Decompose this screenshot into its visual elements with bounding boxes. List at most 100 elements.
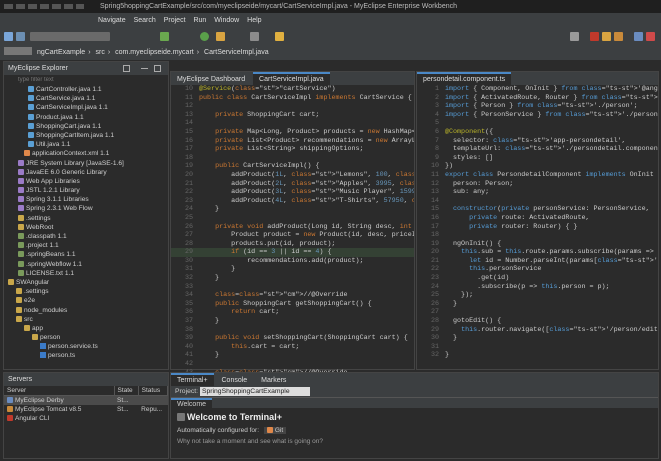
code-line[interactable]: 25 bbox=[171, 214, 414, 223]
breadcrumb-src[interactable]: src bbox=[96, 49, 105, 56]
code-line[interactable]: 17 private router: Router) { } bbox=[417, 223, 658, 232]
minimize-icon[interactable] bbox=[141, 68, 148, 69]
tab-terminal[interactable]: Terminal+ bbox=[171, 373, 214, 386]
search-icon[interactable] bbox=[250, 32, 259, 41]
table-row[interactable]: MyEclipse Tomcat v8.5 St... Repu... bbox=[4, 405, 168, 414]
code-line[interactable]: 36 return cart; bbox=[171, 308, 414, 317]
code-line[interactable]: 32} bbox=[417, 351, 658, 360]
code-line[interactable]: 33 bbox=[171, 283, 414, 292]
perspective-team-icon[interactable] bbox=[634, 32, 643, 41]
menu-navigate[interactable]: Navigate bbox=[98, 17, 126, 24]
table-row[interactable]: Angular CLI bbox=[4, 414, 168, 423]
code-line[interactable]: 24 .subscribe(p => this.person = p); bbox=[417, 283, 658, 292]
code-line[interactable]: 5 bbox=[417, 119, 658, 128]
code-line[interactable]: 15 constructor(private personService: Pe… bbox=[417, 205, 658, 214]
col-server[interactable]: Server bbox=[4, 386, 115, 396]
debug-icon[interactable] bbox=[160, 32, 169, 41]
code-line[interactable]: 17 private List<String> shippingOptions; bbox=[171, 145, 414, 154]
col-state[interactable]: State bbox=[114, 386, 139, 396]
code-line[interactable]: 22 this.personService bbox=[417, 265, 658, 274]
code-line[interactable]: 31 } bbox=[171, 265, 414, 274]
tree-item[interactable]: person.service.ts bbox=[4, 342, 168, 351]
code-line[interactable]: 1 import { Component, OnInit } from class… bbox=[417, 85, 658, 94]
tab-welcome[interactable]: Welcome bbox=[171, 398, 213, 409]
breadcrumb-package[interactable]: com.myeclipseide.mycart bbox=[115, 49, 194, 56]
menu-run[interactable]: Run bbox=[193, 17, 206, 24]
tree-item[interactable]: JSTL 1.2.1 Library bbox=[4, 186, 168, 195]
code-line[interactable]: 19 public CartServiceImpl() { bbox=[171, 162, 414, 171]
code-line[interactable]: 15 private Map<Long, Product> products =… bbox=[171, 128, 414, 137]
code-line[interactable]: 25 }); bbox=[417, 291, 658, 300]
servers-tab[interactable]: Servers bbox=[8, 376, 32, 383]
code-line[interactable]: 35 public ShoppingCart getShoppingCart()… bbox=[171, 300, 414, 309]
tree-item[interactable]: .springBeans 1.1 bbox=[4, 250, 168, 259]
tree-item[interactable]: Spring 3.1.1 Libraries bbox=[4, 195, 168, 204]
code-line[interactable]: 31 bbox=[417, 343, 658, 352]
code-line[interactable]: 20 addProduct(1L, class="st">"Lemons", 1… bbox=[171, 171, 414, 180]
back-arrow-icon[interactable] bbox=[275, 32, 284, 41]
code-line[interactable]: 12 person: Person; bbox=[417, 180, 658, 189]
tab-console[interactable]: Console bbox=[216, 374, 254, 386]
tree-item[interactable]: Util.java 1.1 bbox=[4, 140, 168, 149]
code-line[interactable]: 18 bbox=[417, 231, 658, 240]
code-line[interactable]: 11 public class CartServiceImpl implement… bbox=[171, 94, 414, 103]
menu-project[interactable]: Project bbox=[164, 17, 186, 24]
code-line[interactable]: 42 bbox=[171, 360, 414, 369]
col-status[interactable]: Status bbox=[138, 386, 169, 396]
explorer-filter-input[interactable] bbox=[4, 75, 168, 85]
tree-item[interactable]: node_modules bbox=[4, 306, 168, 315]
collapse-all-icon[interactable] bbox=[123, 65, 130, 72]
code-line[interactable]: 11 export class PersondetailComponent imp… bbox=[417, 171, 658, 180]
save-icon[interactable] bbox=[16, 32, 25, 41]
code-line[interactable]: 21 addProduct(2L, class="st">"Apples", 3… bbox=[171, 180, 414, 189]
run-icon[interactable] bbox=[200, 32, 209, 41]
tree-item[interactable]: app bbox=[4, 324, 168, 333]
tree-item[interactable]: ShoppingCart.java 1.1 bbox=[4, 122, 168, 131]
code-line[interactable]: 38 bbox=[171, 326, 414, 335]
perspective-java-icon[interactable] bbox=[590, 32, 599, 41]
breadcrumb-file[interactable]: CartServiceImpl.java bbox=[204, 49, 269, 56]
tree-item[interactable]: CartServiceImpl.java 1.1 bbox=[4, 103, 168, 112]
new-icon[interactable] bbox=[4, 32, 13, 41]
tree-item[interactable]: Web App Libraries bbox=[4, 177, 168, 186]
code-line[interactable]: 9 styles: [] bbox=[417, 154, 658, 163]
code-line[interactable]: 39 public void setShoppingCart(ShoppingC… bbox=[171, 334, 414, 343]
perspective-cvs-icon[interactable] bbox=[614, 32, 623, 41]
breadcrumb-project[interactable]: ngCartExample bbox=[37, 49, 85, 56]
perspective-debug-icon[interactable] bbox=[602, 32, 611, 41]
tree-item[interactable]: .settings bbox=[4, 287, 168, 296]
tree-item[interactable]: Spring 2.3.1 Web Flow bbox=[4, 204, 168, 213]
perspective-web-icon[interactable] bbox=[646, 32, 655, 41]
tree-item[interactable]: src bbox=[4, 315, 168, 324]
tree-item[interactable]: person bbox=[4, 333, 168, 342]
code-line[interactable]: 10 @Service(class="st">"cartService") bbox=[171, 85, 414, 94]
tab-persondetail[interactable]: persondetail.component.ts bbox=[417, 72, 512, 85]
table-row[interactable]: MyEclipse Derby St... bbox=[4, 395, 168, 405]
tree-item[interactable]: ShoppingCartItem.java 1.1 bbox=[4, 131, 168, 140]
code-line[interactable]: 13 sub: any; bbox=[417, 188, 658, 197]
code-line[interactable]: 3 import { Person } from class="ts-st">'.… bbox=[417, 102, 658, 111]
code-line[interactable]: 12 bbox=[171, 102, 414, 111]
code-line[interactable]: 16 private List<Product> recommendations… bbox=[171, 137, 414, 146]
code-line[interactable]: 23 addProduct(4L, class="st">"T-Shirts",… bbox=[171, 197, 414, 206]
code-line[interactable]: 7 selector: class="ts-st">'app-persondet… bbox=[417, 137, 658, 146]
quick-access-icon[interactable] bbox=[570, 32, 579, 41]
code-line[interactable]: 27 bbox=[417, 308, 658, 317]
code-line[interactable]: 10}) bbox=[417, 162, 658, 171]
tree-item[interactable]: WebRoot bbox=[4, 223, 168, 232]
tree-item[interactable]: person.ts bbox=[4, 351, 168, 360]
code-line[interactable]: 20 this.sub = this.route.params.subscrib… bbox=[417, 248, 658, 257]
tree-item[interactable]: .settings bbox=[4, 214, 168, 223]
code-line[interactable]: 28 products.put(id, product); bbox=[171, 240, 414, 249]
tree-item[interactable]: e2e bbox=[4, 296, 168, 305]
code-line[interactable]: 32 } bbox=[171, 274, 414, 283]
tree-item[interactable]: CartController.java 1.1 bbox=[4, 85, 168, 94]
code-line[interactable]: 37 } bbox=[171, 317, 414, 326]
server-icon[interactable] bbox=[216, 32, 225, 41]
menu-search[interactable]: Search bbox=[134, 17, 156, 24]
code-line[interactable]: 6 @Component({ bbox=[417, 128, 658, 137]
code-line[interactable]: 22 addProduct(3L, class="st">"Music Play… bbox=[171, 188, 414, 197]
project-select[interactable]: SpringShoppingCartExample bbox=[199, 387, 310, 396]
code-line[interactable]: 40 this.cart = cart; bbox=[171, 343, 414, 352]
ts-code[interactable]: 1 import { Component, OnInit } from class… bbox=[417, 85, 658, 360]
